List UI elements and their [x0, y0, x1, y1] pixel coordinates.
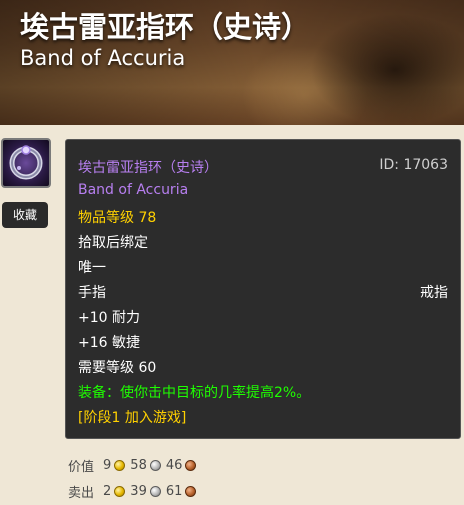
gold-coin-icon [114, 460, 126, 471]
item-type: 戒指 [420, 285, 448, 301]
page-title: 埃古雷亚指环（史诗） [20, 10, 311, 44]
bind-type: 拾取后绑定 [78, 235, 148, 251]
copper-coin-icon [185, 486, 197, 497]
header-banner: 埃古雷亚指环（史诗） Band of Accuria [0, 0, 464, 125]
item-level: 物品等级 78 [78, 210, 157, 226]
sell-gold-amount: 2 [103, 484, 112, 499]
value-price-row: 价值 9 58 46 [68, 456, 201, 475]
required-level: 需要等级 60 [78, 360, 157, 376]
item-name-en: Band of Accuria [78, 182, 189, 198]
sell-copper-amount: 61 [165, 484, 183, 499]
stat-stamina: +10 耐力 [78, 310, 140, 326]
favorite-button[interactable]: 收藏 [2, 202, 48, 228]
item-slot: 手指 [78, 285, 106, 301]
page-subtitle: Band of Accuria [20, 46, 186, 70]
silver-coin-icon [149, 486, 161, 497]
sell-price-row: 卖出 2 39 61 [68, 482, 201, 501]
value-copper-amount: 46 [165, 458, 183, 473]
phase-note: [阶段1 加入游戏] [78, 410, 187, 426]
sell-silver-amount: 39 [130, 484, 147, 499]
stat-agility: +16 敏捷 [78, 335, 140, 351]
item-name-cn: 埃古雷亚指环（史诗） [78, 160, 218, 176]
copper-coin-icon [185, 460, 197, 471]
value-label: 价值 [68, 460, 95, 475]
item-id: ID: 17063 [379, 157, 448, 173]
item-tooltip: 埃古雷亚指环（史诗） ID: 17063 Band of Accuria 物品等… [65, 139, 461, 439]
sell-label: 卖出 [68, 486, 95, 501]
gold-coin-icon [114, 486, 126, 497]
silver-coin-icon [149, 460, 161, 471]
value-silver-amount: 58 [130, 458, 147, 473]
equip-effect: 装备：使你击中目标的几率提高2%。 [78, 385, 311, 401]
ring-icon[interactable] [1, 138, 51, 188]
value-gold-amount: 9 [103, 458, 112, 473]
unique-flag: 唯一 [78, 260, 106, 276]
